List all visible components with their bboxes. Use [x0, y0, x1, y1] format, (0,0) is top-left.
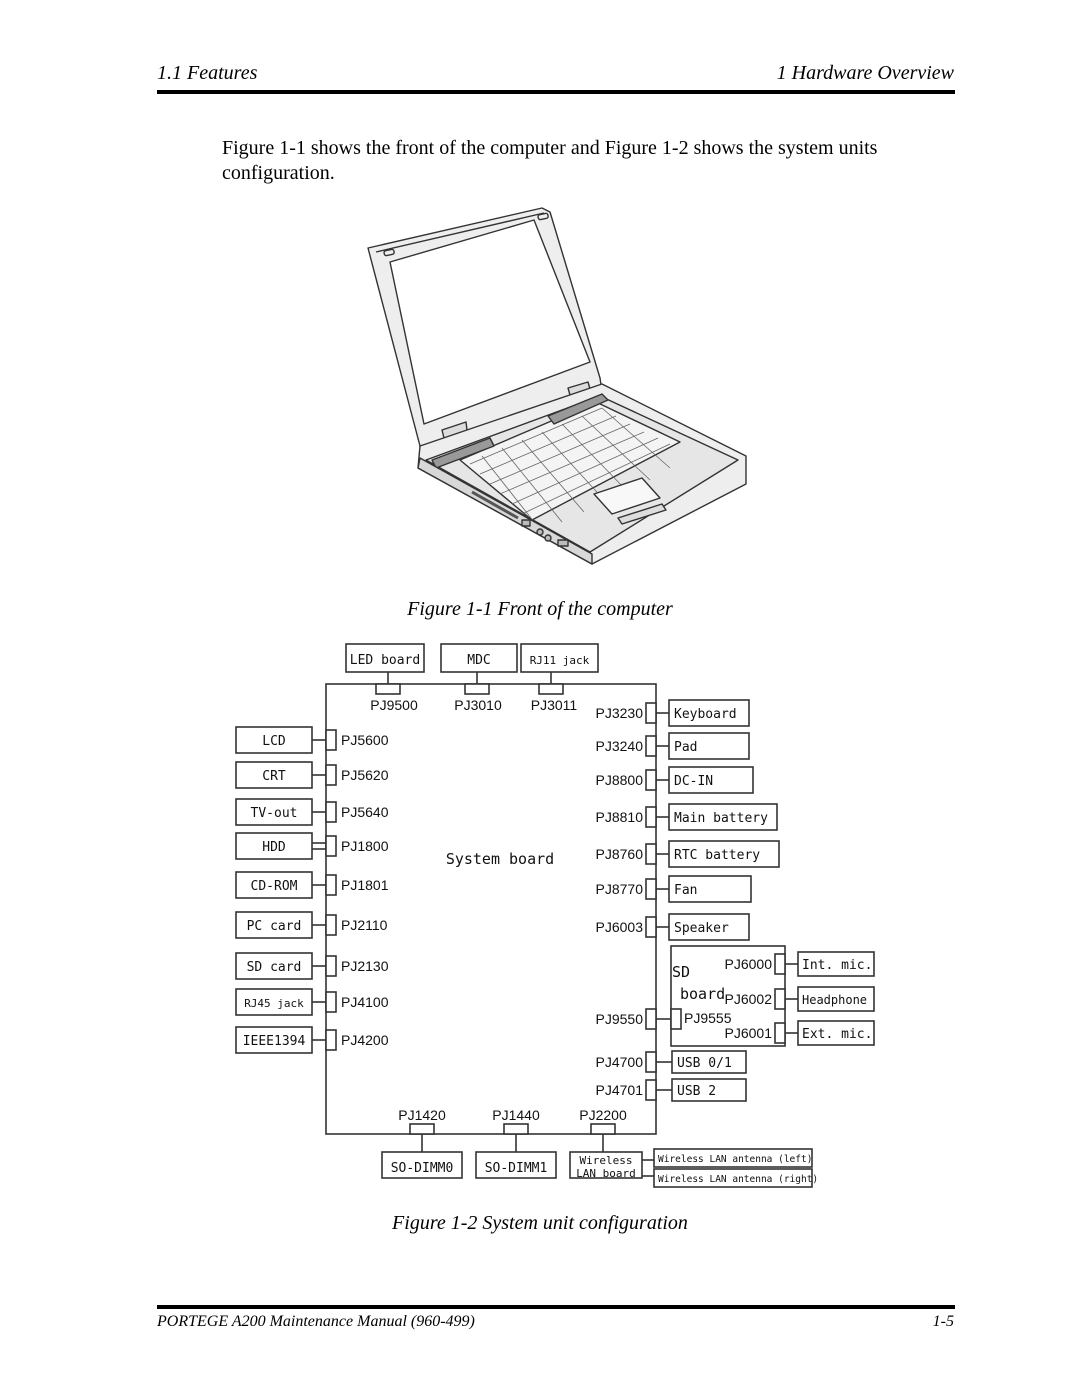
- connector-label: PJ1420: [398, 1107, 446, 1123]
- connector-label: PJ5640: [341, 804, 389, 820]
- device-label: CD-ROM: [251, 879, 298, 894]
- connector-pin: [325, 1029, 337, 1051]
- page-number: 1-5: [932, 1313, 954, 1330]
- connector-label: PJ1801: [341, 877, 389, 893]
- device-label: SO-DIMM1: [485, 1161, 548, 1176]
- device-label: Pad: [674, 740, 697, 755]
- connector-label: PJ6000: [725, 956, 773, 972]
- connector-pin: [325, 801, 337, 823]
- antenna-label: Wireless LAN antenna (right): [658, 1174, 818, 1185]
- connector-pin: [645, 916, 657, 938]
- device-label: HDD: [262, 840, 286, 855]
- connector-pin: [645, 735, 657, 757]
- connector-pin: [645, 878, 657, 900]
- connector-label: PJ3010: [454, 697, 502, 713]
- device-label: Wireless: [580, 1154, 633, 1167]
- device-label: IEEE1394: [243, 1034, 306, 1049]
- device-label: SO-DIMM0: [391, 1161, 454, 1176]
- connector-pin: [325, 955, 337, 977]
- connector-pin: [375, 683, 401, 695]
- connector-label: PJ3240: [596, 738, 644, 754]
- device-label: LCD: [262, 734, 286, 749]
- connector-label: PJ1440: [492, 1107, 540, 1123]
- connector-label: PJ4100: [341, 994, 389, 1010]
- connector-pin: [325, 914, 337, 936]
- connector-pin: [538, 683, 564, 695]
- connector-pin: [645, 1051, 657, 1073]
- connector-pin: [325, 764, 337, 786]
- connector-pin: [325, 729, 337, 751]
- connector-pin: [774, 953, 786, 975]
- connector-label: PJ9500: [370, 697, 418, 713]
- device-label: MDC: [467, 653, 490, 668]
- system-unit-diagram: System board LED board PJ9500 MDC PJ3010 RJ11…: [235, 643, 875, 1188]
- device-label: SD card: [247, 960, 302, 975]
- connector-pin: [590, 1123, 616, 1135]
- device-label: LED board: [350, 653, 420, 668]
- connector-label: PJ3011: [531, 697, 578, 713]
- connector-label: PJ6001: [725, 1025, 773, 1041]
- connector-pin: [325, 874, 337, 896]
- device-label: TV-out: [251, 806, 298, 821]
- connector-pin: [645, 769, 657, 791]
- connector-label: PJ5600: [341, 732, 389, 748]
- manual-title: PORTEGE A200 Maintenance Manual (960-499…: [157, 1313, 475, 1330]
- device-label: RJ45 jack: [244, 997, 304, 1010]
- connector-label: PJ4701: [596, 1082, 644, 1098]
- sd-board-label: SD: [672, 963, 690, 981]
- device-label: Speaker: [674, 921, 729, 936]
- device-label: LAN board: [576, 1167, 636, 1180]
- connector-label: PJ2110: [341, 917, 388, 933]
- device-label: Keyboard: [674, 707, 737, 722]
- connector-label: PJ4200: [341, 1032, 389, 1048]
- connector-label: PJ4700: [596, 1054, 644, 1070]
- device-label: Int. mic.: [802, 958, 872, 973]
- device-label: DC-IN: [674, 774, 713, 789]
- connector-pin: [464, 683, 490, 695]
- device-label: Ext. mic.: [802, 1027, 872, 1042]
- connector-label: PJ5620: [341, 767, 389, 783]
- connector-label: PJ9555: [684, 1010, 732, 1026]
- sd-board-label: board: [680, 985, 725, 1003]
- device-label: PC card: [247, 919, 302, 934]
- connector-pin: [645, 1008, 657, 1030]
- connector-label: PJ2200: [579, 1107, 627, 1123]
- device-label: CRT: [262, 769, 286, 784]
- connector-pin: [409, 1123, 435, 1135]
- connector-pin: [325, 991, 337, 1013]
- device-label: RTC battery: [674, 848, 760, 863]
- system-board-label: System board: [446, 850, 554, 868]
- connector-label: PJ3230: [596, 705, 644, 721]
- connector-pin: [670, 1008, 682, 1030]
- device-label: Main battery: [674, 811, 768, 826]
- connector-label: PJ8810: [596, 809, 644, 825]
- connector-pin: [325, 835, 337, 857]
- device-label: USB 0/1: [677, 1056, 732, 1071]
- connector-label: PJ9550: [596, 1011, 644, 1027]
- connector-label: PJ8800: [596, 772, 644, 788]
- connector-label: PJ2130: [341, 958, 389, 974]
- connector-pin: [774, 988, 786, 1010]
- device-label: Fan: [674, 883, 697, 898]
- device-label: RJ11 jack: [530, 654, 590, 667]
- footer-rule: [157, 1305, 955, 1309]
- figure-2-caption: Figure 1-2 System unit configuration: [392, 1212, 688, 1234]
- connector-pin: [645, 806, 657, 828]
- connector-pin: [645, 1079, 657, 1101]
- connector-pin: [503, 1123, 529, 1135]
- connector-label: PJ1800: [341, 838, 389, 854]
- connector-label: PJ6003: [596, 919, 644, 935]
- device-label: Headphone: [802, 993, 867, 1007]
- connector-pin: [645, 843, 657, 865]
- connector-label: PJ8770: [596, 881, 644, 897]
- antenna-label: Wireless LAN antenna (left): [658, 1154, 812, 1165]
- connector-label: PJ6002: [725, 991, 773, 1007]
- device-label: USB 2: [677, 1084, 716, 1099]
- connector-pin: [774, 1022, 786, 1044]
- connector-pin: [645, 702, 657, 724]
- connector-label: PJ8760: [596, 846, 644, 862]
